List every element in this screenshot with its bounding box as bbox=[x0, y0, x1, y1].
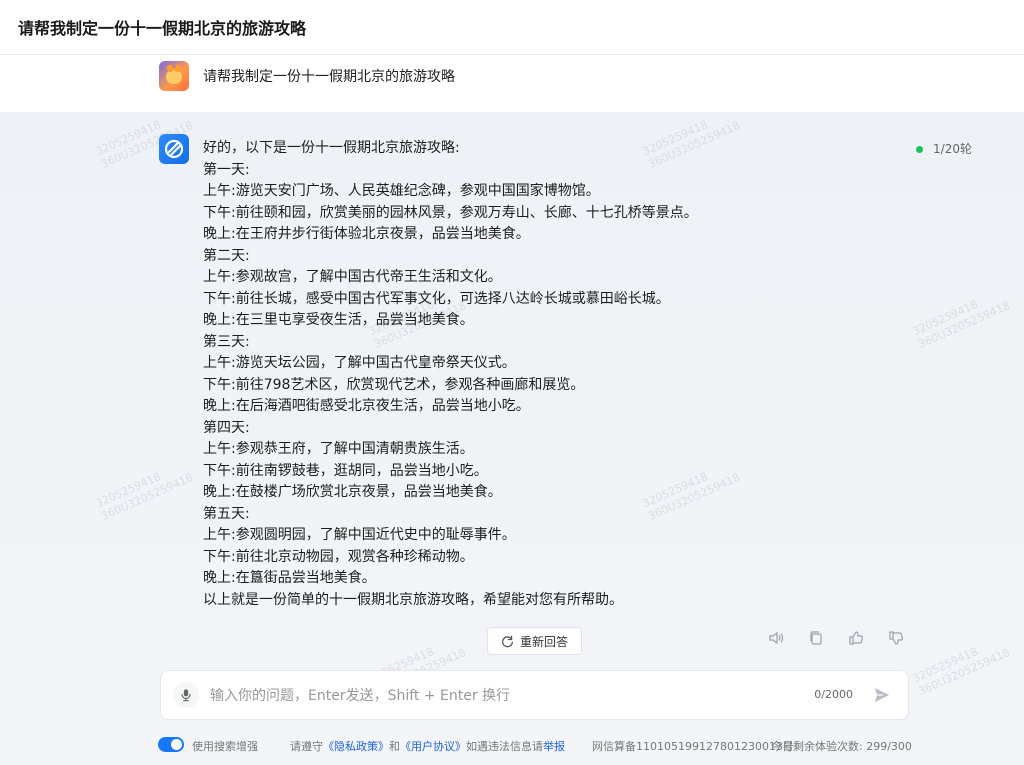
microphone-icon bbox=[181, 689, 191, 702]
speaker-button[interactable] bbox=[766, 628, 786, 648]
user-message-text: 请帮我制定一份十一假期北京的旅游攻略 bbox=[203, 69, 455, 85]
answer-line: 下午:前往颐和园，欣赏美丽的园林风景，参观万寿山、长廊、十七孔桥等景点。 bbox=[203, 204, 698, 221]
answer-line: 晚上:在后海酒吧街感受北京夜生活，品尝当地小吃。 bbox=[203, 398, 530, 414]
user-agreement-link[interactable]: 《用户协议》 bbox=[400, 740, 466, 753]
answer-line: 晚上:在王府井步行街体验北京夜景，品尝当地美食。 bbox=[203, 226, 530, 242]
answer-line: 上午:参观故宫，了解中国古代帝王生活和文化。 bbox=[203, 269, 502, 285]
answer-line: 晚上:在三里屯享受夜生活，品尝当地美食。 bbox=[203, 312, 474, 328]
privacy-policy-link[interactable]: 《隐私政策》 bbox=[323, 740, 389, 753]
answer-line: 下午:前往南锣鼓巷，逛胡同，品尝当地小吃。 bbox=[203, 462, 488, 479]
thumbs-down-icon bbox=[889, 631, 904, 645]
answer-line: 下午:前往长城，感受中国古代军事文化，可选择八达岭长城或慕田峪长城。 bbox=[203, 290, 670, 307]
thumbs-up-icon bbox=[849, 631, 864, 645]
search-enhancement-label: 使用搜索增强 bbox=[192, 740, 258, 753]
answer-line: 好的，以下是一份十一假期北京旅游攻略: bbox=[203, 140, 460, 156]
answer-line: 第二天: bbox=[203, 247, 250, 264]
answer-line: 第四天: bbox=[203, 419, 250, 436]
dislike-button[interactable] bbox=[886, 628, 906, 648]
answer-line: 第一天: bbox=[203, 161, 250, 178]
answer-line: 下午:前往798艺术区，欣赏现代艺术，参观各种画廊和展览。 bbox=[203, 376, 585, 393]
fox-avatar bbox=[159, 61, 189, 91]
answer-line: 上午:参观圆明园，了解中国近代史中的耻辱事件。 bbox=[203, 527, 516, 543]
search-enhancement-toggle[interactable] bbox=[158, 737, 184, 752]
regenerate-label: 重新回答 bbox=[519, 634, 568, 649]
answer-line: 上午:游览天坛公园，了解中国古代皇帝祭天仪式。 bbox=[203, 355, 516, 371]
send-button[interactable] bbox=[872, 685, 892, 705]
online-dot-icon bbox=[916, 146, 924, 153]
character-counter: 0/2000 bbox=[814, 688, 853, 701]
send-icon bbox=[875, 688, 889, 702]
page-title: 请帮我制定一份十一假期北京的旅游攻略 bbox=[18, 19, 307, 38]
answer-line: 晚上:在簋街品尝当地美食。 bbox=[203, 570, 376, 586]
message-toolbar bbox=[766, 628, 906, 648]
assistant-answer: 好的，以下是一份十一假期北京旅游攻略: 第一天: 上午:游览天安门广场、人民英雄… bbox=[203, 138, 893, 611]
blue-robot-avatar bbox=[159, 134, 189, 164]
footer: 使用搜索增强 请遵守《隐私政策》和《用户协议》如遇违法信息请举报 网信算备110… bbox=[0, 736, 1024, 754]
answer-line: 以上就是一份简单的十一假期北京旅游攻略，希望能对您有所帮助。 bbox=[203, 591, 623, 608]
round-status: 1/20轮 bbox=[916, 140, 972, 157]
user-message-row bbox=[0, 55, 1024, 112]
copy-button[interactable] bbox=[806, 628, 826, 648]
remaining-quota: 今日剩余体验次数: 299/300 bbox=[771, 740, 912, 753]
answer-line: 第三天: bbox=[203, 333, 250, 350]
chat-input-box: 0/2000 bbox=[160, 670, 909, 720]
policy-notice: 请遵守《隐私政策》和《用户协议》如遇违法信息请举报 bbox=[290, 740, 565, 753]
answer-line: 第五天: bbox=[203, 505, 250, 522]
speaker-icon bbox=[769, 631, 784, 645]
like-button[interactable] bbox=[846, 628, 866, 648]
filing-number: 网信算备110105199127801230013号 bbox=[592, 740, 794, 753]
refresh-icon bbox=[502, 635, 514, 647]
answer-line: 下午:前往北京动物园，观赏各种珍稀动物。 bbox=[203, 548, 474, 565]
round-counter: 1/20轮 bbox=[933, 142, 972, 156]
answer-line: 晚上:在鼓楼广场欣赏北京夜景，品尝当地美食。 bbox=[203, 484, 502, 500]
voice-input-button[interactable] bbox=[173, 682, 199, 708]
report-link[interactable]: 举报 bbox=[543, 740, 565, 753]
answer-line: 上午:游览天安门广场、人民英雄纪念碑，参观中国国家博物馆。 bbox=[203, 183, 600, 199]
copy-icon bbox=[810, 631, 822, 645]
regenerate-button[interactable]: 重新回答 bbox=[487, 627, 582, 655]
app-header: 请帮我制定一份十一假期北京的旅游攻略 bbox=[0, 0, 1024, 55]
prompt-input[interactable] bbox=[208, 684, 772, 708]
answer-line: 上午:参观恭王府，了解中国清朝贵族生活。 bbox=[203, 441, 474, 457]
